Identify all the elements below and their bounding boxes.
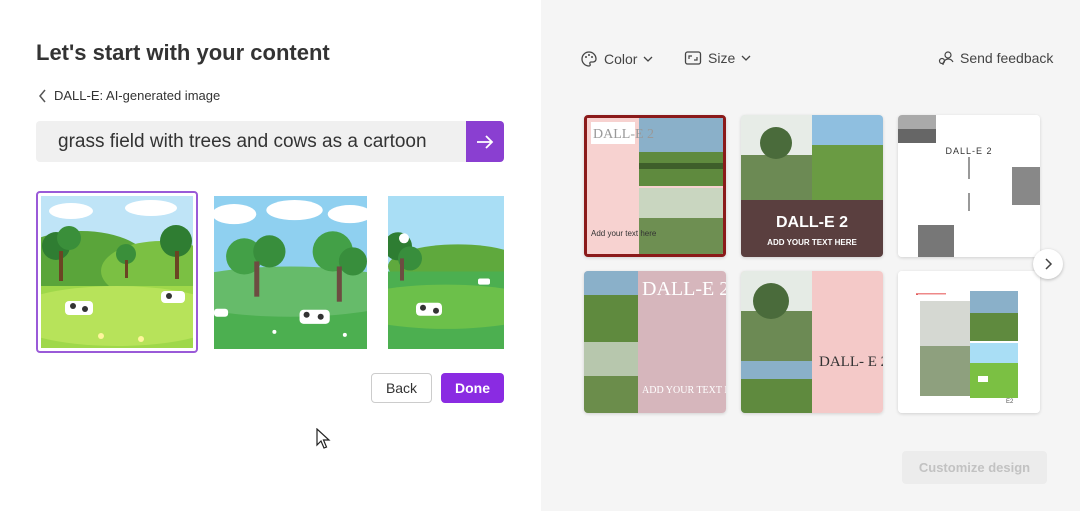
design-preview: DALL- E 2 — [741, 271, 883, 413]
page-title: Let's start with your content — [36, 40, 330, 65]
design-caption-text: Add your text here — [591, 229, 657, 238]
design-brand-text: DALL-E 2 — [642, 278, 726, 300]
design-preview: E2 — [898, 271, 1040, 413]
generate-button[interactable] — [466, 121, 504, 162]
design-caption-text: ADD YOUR TEXT HERE — [642, 385, 726, 396]
color-dropdown[interactable]: Color — [580, 50, 653, 68]
design-preview: DALL-E 2 ADD YOUR TEXT HERE — [741, 115, 883, 257]
design-brand-text: DALL- E 2 — [819, 354, 883, 370]
chevron-down-icon — [644, 56, 653, 62]
chevron-left-icon — [39, 89, 46, 102]
content-panel: Let's start with your content DALL-E: AI… — [0, 0, 541, 511]
cartoon-image — [41, 196, 193, 348]
design-brand-text: E2 — [1006, 399, 1014, 405]
color-label: Color — [604, 51, 638, 67]
cartoon-thumb-2[interactable] — [214, 196, 367, 349]
size-label: Size — [708, 50, 736, 66]
feedback-people-icon — [938, 51, 954, 66]
cartoon-thumb-1[interactable] — [36, 191, 198, 353]
cartoon-image — [214, 196, 367, 349]
done-button[interactable]: Done — [441, 373, 504, 403]
chevron-down-icon — [741, 55, 751, 61]
design-preview: DALL-E 2 — [898, 115, 1040, 257]
design-card-6[interactable]: E2 — [898, 271, 1040, 413]
cartoon-thumb-3[interactable] — [388, 196, 504, 349]
design-brand-text: DALL-E 2 — [776, 214, 848, 231]
design-card-4[interactable]: DALL-E 2 ADD YOUR TEXT HERE — [584, 271, 726, 413]
design-caption-text: ADD YOUR TEXT HERE — [767, 238, 857, 247]
feedback-label: Send feedback — [960, 50, 1054, 66]
chevron-right-icon — [1045, 258, 1053, 270]
prompt-input[interactable] — [36, 121, 466, 162]
design-preview: DALL-E 2 Add your text here — [587, 118, 723, 254]
source-label: DALL-E: AI-generated image — [54, 88, 221, 103]
next-designs-button[interactable] — [1033, 249, 1063, 279]
design-card-5[interactable]: DALL- E 2 — [741, 271, 883, 413]
resize-icon — [684, 51, 702, 65]
design-card-3[interactable]: DALL-E 2 — [898, 115, 1040, 257]
mouse-pointer-icon — [316, 428, 331, 449]
back-button[interactable]: Back — [371, 373, 432, 403]
prompt-box — [36, 121, 504, 162]
send-feedback-button[interactable]: Send feedback — [938, 50, 1053, 66]
palette-icon — [581, 51, 597, 67]
size-dropdown[interactable]: Size — [684, 50, 751, 66]
customize-design-button[interactable]: Customize design — [902, 451, 1047, 484]
source-back-link[interactable]: DALL-E: AI-generated image — [38, 88, 220, 103]
cartoon-image — [388, 196, 504, 349]
design-brand-text: DALL-E 2 — [593, 127, 654, 142]
arrow-right-icon — [477, 134, 494, 149]
design-preview: DALL-E 2 ADD YOUR TEXT HERE — [584, 271, 726, 413]
design-card-2[interactable]: DALL-E 2 ADD YOUR TEXT HERE — [741, 115, 883, 257]
design-card-1[interactable]: DALL-E 2 Add your text here — [584, 115, 726, 257]
design-brand-text: DALL-E 2 — [945, 146, 992, 156]
